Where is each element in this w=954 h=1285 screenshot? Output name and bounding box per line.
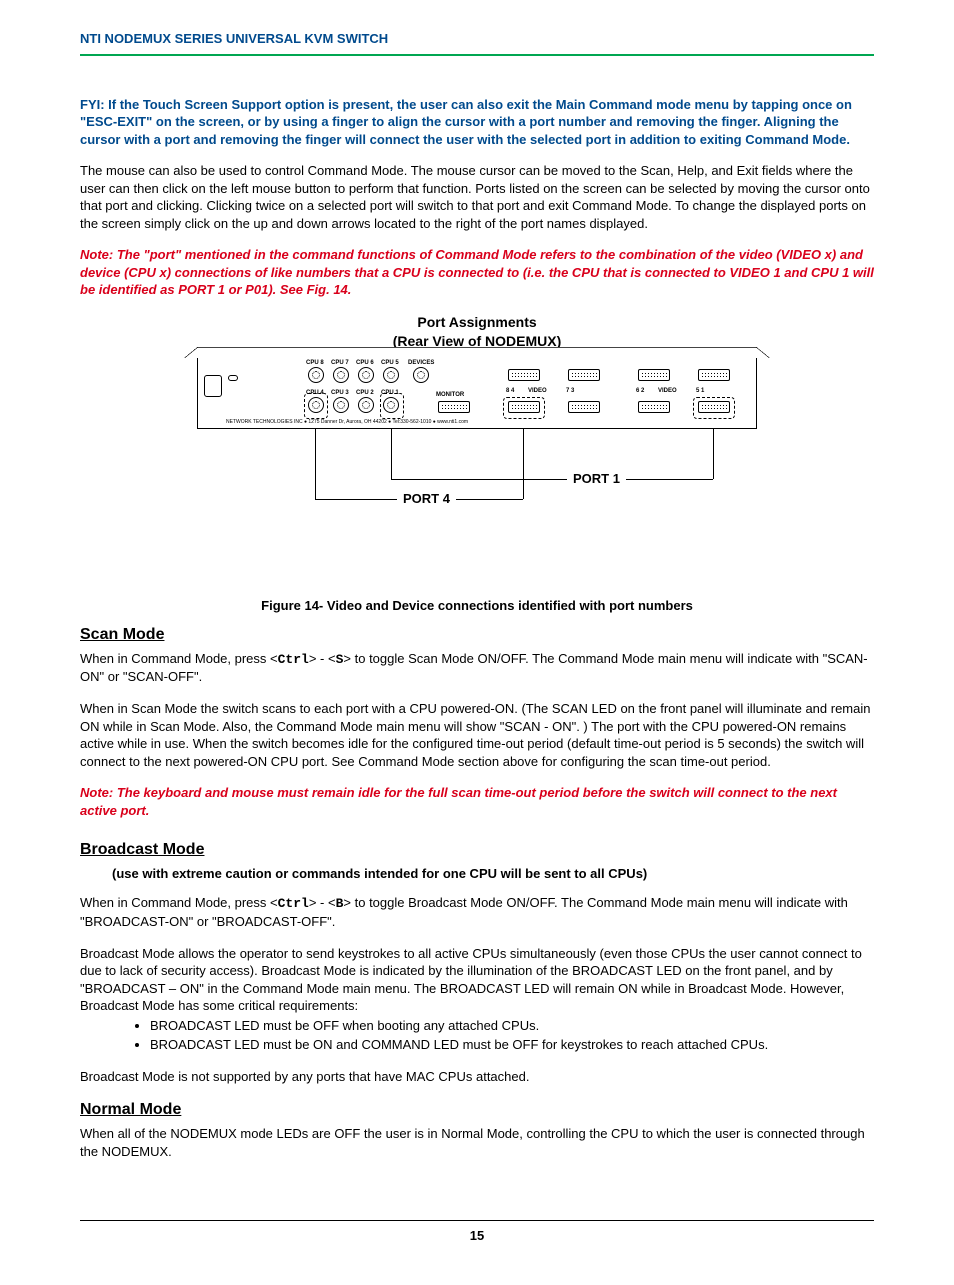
scan-p1a: When in Command Mode, press < bbox=[80, 651, 278, 666]
lbl-v62: 6 2 bbox=[636, 387, 644, 395]
normal-p: When all of the NODEMUX mode LEDs are OF… bbox=[80, 1125, 874, 1160]
broadcast-bullets: BROADCAST LED must be OFF when booting a… bbox=[150, 1017, 874, 1054]
scan-mode-heading: Scan Mode bbox=[80, 624, 874, 646]
broadcast-p2: Broadcast Mode allows the operator to se… bbox=[80, 945, 874, 1015]
lbl-monitor: MONITOR bbox=[436, 391, 464, 399]
scan-note: Note: The keyboard and mouse must remain… bbox=[80, 784, 874, 819]
lbl-devices: DEVICES bbox=[408, 359, 434, 367]
lbl-cpu8: CPU 8 bbox=[306, 359, 324, 367]
port1-group-cpu bbox=[380, 393, 404, 419]
broadcast-p1: When in Command Mode, press <Ctrl> - <B>… bbox=[80, 894, 874, 930]
lbl-video1: VIDEO bbox=[528, 387, 547, 395]
cpu5-port bbox=[383, 367, 399, 383]
scan-p1: When in Command Mode, press <Ctrl> - <S>… bbox=[80, 650, 874, 686]
broadcast-sub: (use with extreme caution or commands in… bbox=[112, 865, 874, 883]
broadcast-p3: Broadcast Mode is not supported by any p… bbox=[80, 1068, 874, 1086]
lbl-cpu7: CPU 7 bbox=[331, 359, 349, 367]
device-footer-text: NETWORK TECHNOLOGIES INC ● 1275 Danner D… bbox=[226, 419, 746, 426]
monitor-vga bbox=[438, 401, 470, 413]
lbl-cpu6: CPU 6 bbox=[356, 359, 374, 367]
normal-heading: Normal Mode bbox=[80, 1099, 874, 1121]
port4-line-a bbox=[315, 429, 316, 499]
header-rule bbox=[80, 54, 874, 56]
scan-p2: When in Scan Mode the switch scans to ea… bbox=[80, 700, 874, 770]
video7 bbox=[568, 369, 600, 381]
cpu6-port bbox=[358, 367, 374, 383]
port4-group-vid bbox=[503, 397, 545, 419]
lbl-cpu3: CPU 3 bbox=[331, 389, 349, 397]
scan-p1b: > - < bbox=[309, 651, 336, 666]
port1-hline bbox=[391, 479, 713, 480]
broadcast-p1b: > - < bbox=[309, 895, 336, 910]
running-header: NTI NODEMUX SERIES UNIVERSAL KVM SWITCH bbox=[80, 30, 874, 48]
port1-line-b bbox=[713, 429, 714, 479]
cpu2-port bbox=[358, 397, 374, 413]
lbl-v51: 5 1 bbox=[696, 387, 704, 395]
video5 bbox=[698, 369, 730, 381]
broadcast-p1a: When in Command Mode, press < bbox=[80, 895, 278, 910]
page-number: 15 bbox=[80, 1220, 874, 1245]
lbl-cpu5: CPU 5 bbox=[381, 359, 399, 367]
lbl-cpu2: CPU 2 bbox=[356, 389, 374, 397]
port4-group-cpu bbox=[304, 393, 328, 419]
lbl-v73: 7 3 bbox=[566, 387, 574, 395]
figure-14: Port Assignments (Rear View of NODEMUX) bbox=[80, 313, 874, 614]
port1-line-a bbox=[391, 429, 392, 479]
broadcast-bullet-1: BROADCAST LED must be OFF when booting a… bbox=[150, 1017, 874, 1035]
figure-caption: Figure 14- Video and Device connections … bbox=[80, 597, 874, 615]
video8 bbox=[508, 369, 540, 381]
lbl-v84: 8 4 bbox=[506, 387, 514, 395]
broadcast-heading: Broadcast Mode bbox=[80, 839, 874, 861]
lbl-video2: VIDEO bbox=[658, 387, 677, 395]
key-ctrl-2: Ctrl bbox=[278, 896, 309, 911]
fyi-note: FYI: If the Touch Screen Support option … bbox=[80, 96, 874, 149]
broadcast-bullet-2: BROADCAST LED must be ON and COMMAND LED… bbox=[150, 1036, 874, 1054]
video6 bbox=[638, 369, 670, 381]
port1-label: PORT 1 bbox=[567, 470, 626, 488]
video2 bbox=[638, 401, 670, 413]
diagram-title-1: Port Assignments bbox=[417, 314, 536, 330]
cpu7-port bbox=[333, 367, 349, 383]
device-rear-view: CPU 8 CPU 7 CPU 6 CPU 5 DEVICES CPU 4 CP… bbox=[197, 357, 757, 429]
cpu3-port bbox=[333, 397, 349, 413]
port4-label: PORT 4 bbox=[397, 490, 456, 508]
port4-line-b bbox=[523, 429, 524, 499]
devices-port bbox=[413, 367, 429, 383]
key-ctrl: Ctrl bbox=[278, 652, 309, 667]
video3 bbox=[568, 401, 600, 413]
diagram-box: CPU 8 CPU 7 CPU 6 CPU 5 DEVICES CPU 4 CP… bbox=[197, 357, 757, 589]
ac-inlet bbox=[204, 375, 222, 397]
diagram-title: Port Assignments (Rear View of NODEMUX) bbox=[80, 313, 874, 351]
switch bbox=[228, 375, 238, 381]
mouse-paragraph: The mouse can also be used to control Co… bbox=[80, 162, 874, 232]
cpu8-port bbox=[308, 367, 324, 383]
port-note: Note: The "port" mentioned in the comman… bbox=[80, 246, 874, 299]
port1-group-vid bbox=[693, 397, 735, 419]
